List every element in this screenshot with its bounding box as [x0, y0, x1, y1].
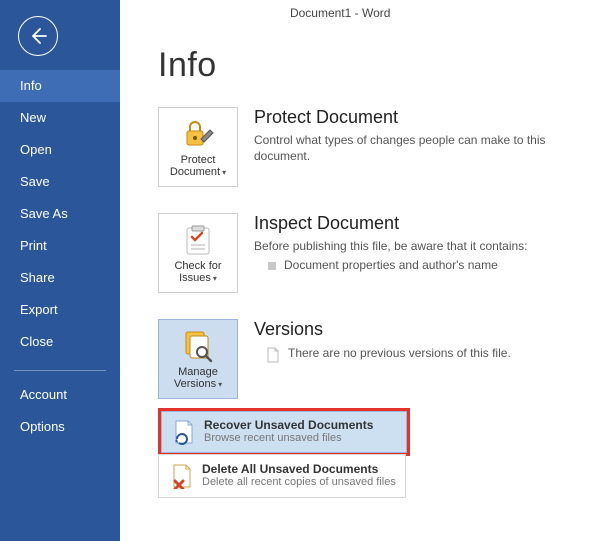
inspect-document-title: Inspect Document [254, 213, 528, 234]
window-title: Document1 - Word [290, 6, 390, 20]
protect-document-label: Protect Document [170, 154, 220, 178]
manage-versions-dropdown-extra: Delete All Unsaved Documents Delete all … [158, 454, 406, 498]
back-arrow-icon [28, 26, 48, 46]
sidebar-item-close[interactable]: Close [0, 326, 120, 358]
backstage-sidebar: Info New Open Save Save As Print Share E… [0, 0, 120, 541]
chevron-down-icon: ▾ [222, 167, 226, 179]
sidebar-item-save[interactable]: Save [0, 166, 120, 198]
sidebar-item-export[interactable]: Export [0, 294, 120, 326]
sidebar-item-save-as[interactable]: Save As [0, 198, 120, 230]
documents-magnifier-icon [180, 328, 216, 364]
sidebar-separator [14, 370, 106, 371]
chevron-down-icon: ▾ [218, 379, 222, 391]
sidebar-item-info[interactable]: Info [0, 70, 120, 102]
bullet-icon [268, 262, 276, 270]
sidebar-item-options[interactable]: Options [0, 411, 120, 443]
lock-key-icon [181, 117, 215, 151]
delete-unsaved-documents-item[interactable]: Delete All Unsaved Documents Delete all … [159, 455, 405, 497]
sidebar-item-print[interactable]: Print [0, 230, 120, 262]
checklist-icon [181, 223, 215, 257]
sidebar-item-share[interactable]: Share [0, 262, 120, 294]
protect-document-desc: Control what types of changes people can… [254, 132, 594, 164]
recover-document-icon [171, 419, 197, 445]
sidebar-item-account[interactable]: Account [0, 379, 120, 411]
document-small-icon [266, 347, 280, 363]
sidebar-item-new[interactable]: New [0, 102, 120, 134]
recover-title: Recover Unsaved Documents [204, 418, 373, 432]
manage-versions-dropdown: Recover Unsaved Documents Browse recent … [158, 408, 410, 456]
recover-desc: Browse recent unsaved files [204, 432, 373, 445]
inspect-bullet-text: Document properties and author's name [284, 258, 498, 272]
back-button[interactable] [18, 16, 58, 56]
delete-document-icon [169, 463, 195, 489]
protect-document-button[interactable]: Protect Document▾ [158, 107, 238, 187]
manage-versions-button[interactable]: Manage Versions▾ [158, 319, 238, 399]
versions-desc: There are no previous versions of this f… [288, 346, 511, 360]
page-title: Info [158, 46, 600, 85]
inspect-document-desc: Before publishing this file, be aware th… [254, 238, 528, 254]
delete-desc: Delete all recent copies of unsaved file… [202, 476, 396, 489]
delete-title: Delete All Unsaved Documents [202, 462, 396, 476]
manage-versions-label: Manage Versions [174, 366, 218, 390]
sidebar-item-open[interactable]: Open [0, 134, 120, 166]
chevron-down-icon: ▾ [213, 273, 217, 285]
recover-unsaved-documents-item[interactable]: Recover Unsaved Documents Browse recent … [161, 411, 407, 453]
protect-document-title: Protect Document [254, 107, 594, 128]
versions-title: Versions [254, 319, 511, 340]
check-for-issues-button[interactable]: Check for Issues▾ [158, 213, 238, 293]
